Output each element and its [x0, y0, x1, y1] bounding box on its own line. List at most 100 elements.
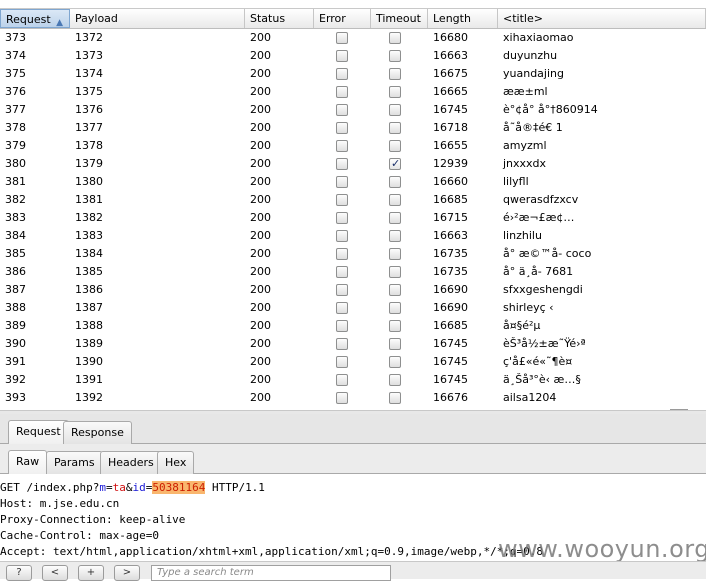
request-number-cell: 386	[5, 265, 26, 278]
error-checkbox	[336, 32, 348, 44]
error-cell	[314, 29, 371, 47]
timeout-cell	[371, 317, 428, 335]
error-cell	[314, 317, 371, 335]
table-row[interactable]: 376 1375 200 16665 ææ±ml	[0, 83, 706, 101]
error-checkbox	[336, 50, 348, 62]
sort-ascending-icon: ▲	[56, 18, 63, 28]
timeout-checkbox	[389, 248, 401, 260]
tab-params[interactable]: Params	[46, 451, 103, 474]
timeout-cell	[371, 65, 428, 83]
payload-cell: 1376	[75, 103, 103, 116]
length-cell: 16685	[433, 319, 468, 332]
request-number-cell: 390	[5, 337, 26, 350]
column-length[interactable]: Length	[428, 9, 498, 28]
column-timeout[interactable]: Timeout	[371, 9, 428, 28]
table-row[interactable]: 392 1391 200 16745 ä¸Šå³°è‹ æ…§	[0, 371, 706, 389]
title-cell: å¤§é²µ	[503, 319, 541, 332]
payload-cell: 1375	[75, 85, 103, 98]
error-checkbox	[336, 320, 348, 332]
table-row[interactable]: 384 1383 200 16663 linzhilu	[0, 227, 706, 245]
table-row[interactable]: 373 1372 200 16680 xihaxiaomao	[0, 29, 706, 47]
table-row[interactable]: 385 1384 200 16735 å° æ©™å- coco	[0, 245, 706, 263]
request-number-cell: 378	[5, 121, 26, 134]
search-bar: ? < + > Type a search term	[0, 561, 706, 581]
title-cell: ailsa1204	[503, 391, 557, 404]
tab-raw[interactable]: Raw	[8, 450, 48, 474]
table-row[interactable]: 382 1381 200 16685 qwerasdfzxcv	[0, 191, 706, 209]
timeout-checkbox	[389, 338, 401, 350]
message-tabs: Request Response	[0, 414, 706, 444]
timeout-cell	[371, 47, 428, 65]
table-row[interactable]: 375 1374 200 16675 yuandajing	[0, 65, 706, 83]
tab-response[interactable]: Response	[63, 421, 132, 444]
length-cell: 16745	[433, 337, 468, 350]
table-row[interactable]: 380 1379 200 12939 jnxxxdx	[0, 155, 706, 173]
table-row[interactable]: 389 1388 200 16685 å¤§é²µ	[0, 317, 706, 335]
column-error[interactable]: Error	[314, 9, 371, 28]
table-row[interactable]: 383 1382 200 16715 é›²æ¬£æ¢…	[0, 209, 706, 227]
status-cell: 200	[250, 121, 271, 134]
table-row[interactable]: 388 1387 200 16690 shirleyç ‹	[0, 299, 706, 317]
error-cell	[314, 101, 371, 119]
tab-headers[interactable]: Headers	[100, 451, 162, 474]
length-cell: 16663	[433, 49, 468, 62]
table-row[interactable]: 374 1373 200 16663 duyunzhu	[0, 47, 706, 65]
timeout-checkbox	[389, 392, 401, 404]
table-row[interactable]: 387 1386 200 16690 sfxxgeshengdi	[0, 281, 706, 299]
status-cell: 200	[250, 49, 271, 62]
table-row[interactable]: 379 1378 200 16655 amyzml	[0, 137, 706, 155]
timeout-cell	[371, 101, 428, 119]
table-row[interactable]: 386 1385 200 16735 å° ä¸å- 7681	[0, 263, 706, 281]
title-cell: duyunzhu	[503, 49, 558, 62]
status-cell: 200	[250, 85, 271, 98]
length-cell: 16675	[433, 67, 468, 80]
status-cell: 200	[250, 175, 271, 188]
payload-cell: 1377	[75, 121, 103, 134]
timeout-cell	[371, 245, 428, 263]
request-method-path: GET /index.php?	[0, 481, 100, 494]
length-cell: 16745	[433, 373, 468, 386]
param-equals: =	[105, 481, 113, 494]
error-checkbox	[336, 266, 348, 278]
payload-cell: 1381	[75, 193, 103, 206]
timeout-checkbox	[389, 32, 401, 44]
error-cell	[314, 119, 371, 137]
header-host: Host: m.jse.edu.cn	[0, 497, 120, 510]
request-number-cell: 383	[5, 211, 26, 224]
param-name: m	[99, 481, 106, 494]
payload-cell: 1392	[75, 391, 103, 404]
timeout-checkbox	[389, 140, 401, 152]
title-cell: ææ±ml	[503, 85, 548, 98]
timeout-cell	[371, 119, 428, 137]
status-cell: 200	[250, 139, 271, 152]
payload-cell: 1372	[75, 31, 103, 44]
column-title[interactable]: <title>	[498, 9, 706, 28]
timeout-checkbox	[389, 284, 401, 296]
table-row[interactable]: 377 1376 200 16745 è°¢å° å°†860914	[0, 101, 706, 119]
error-cell	[314, 389, 371, 407]
http-version: HTTP/1.1	[205, 481, 265, 494]
title-cell: ç'å£«é«˜¶è¤	[503, 355, 573, 368]
tab-request[interactable]: Request	[8, 420, 69, 444]
error-checkbox	[336, 248, 348, 260]
title-cell: amyzml	[503, 139, 547, 152]
timeout-checkbox	[389, 104, 401, 116]
table-row[interactable]: 381 1380 200 16660 lilyfll	[0, 173, 706, 191]
payload-cell: 1382	[75, 211, 103, 224]
length-cell: 16745	[433, 355, 468, 368]
column-status[interactable]: Status	[245, 9, 314, 28]
length-cell: 16680	[433, 31, 468, 44]
column-request[interactable]: Request ▲	[0, 9, 70, 28]
request-number-cell: 379	[5, 139, 26, 152]
title-cell: qwerasdfzxcv	[503, 193, 579, 206]
table-row[interactable]: 391 1390 200 16745 ç'å£«é«˜¶è¤	[0, 353, 706, 371]
length-cell: 16660	[433, 175, 468, 188]
table-row[interactable]: 378 1377 200 16718 å˜å®‡é€ 1	[0, 119, 706, 137]
title-cell: é›²æ¬£æ¢…	[503, 211, 575, 224]
payload-cell: 1385	[75, 265, 103, 278]
column-payload[interactable]: Payload	[70, 9, 245, 28]
status-cell: 200	[250, 193, 271, 206]
tab-hex[interactable]: Hex	[157, 451, 195, 474]
table-row[interactable]: 393 1392 200 16676 ailsa1204	[0, 389, 706, 407]
table-row[interactable]: 390 1389 200 16745 èŠ³å½±æ˜Ÿé›ª	[0, 335, 706, 353]
